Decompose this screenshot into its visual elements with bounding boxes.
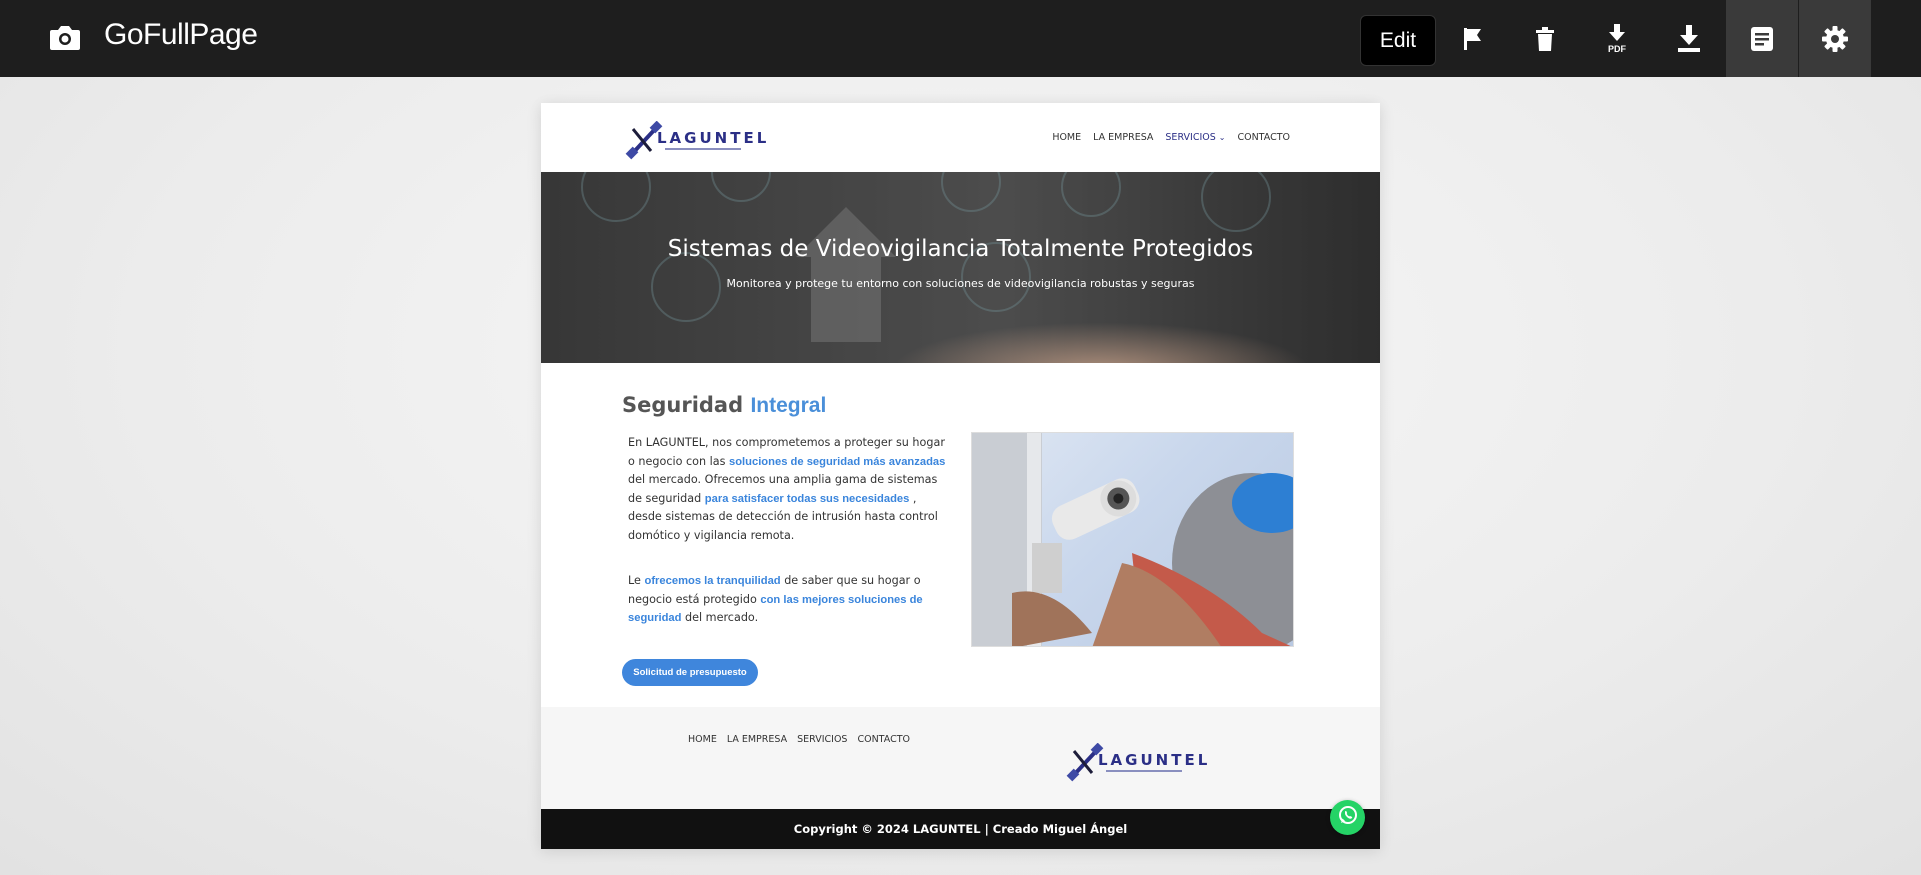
footer-laguntel-logo[interactable]: LAGUNTEL bbox=[1066, 743, 1207, 782]
copyright-bar: Copyright © 2024 LAGUNTEL | Creado Migue… bbox=[541, 809, 1380, 849]
gear-icon bbox=[1821, 25, 1849, 53]
nav-servicios-label: SERVICIOS bbox=[1165, 132, 1216, 143]
laguntel-logo[interactable]: LAGUNTEL bbox=[625, 121, 766, 160]
logo-tagline-line bbox=[665, 148, 741, 150]
download-image-button[interactable] bbox=[1653, 0, 1725, 77]
secondary-paragraph: Le ofrecemos la tranquilidad de saber qu… bbox=[628, 572, 953, 628]
hero-hand-image bbox=[891, 322, 1311, 363]
footer-nav-contacto[interactable]: CONTACTO bbox=[857, 734, 910, 745]
p2-text-a: Le bbox=[628, 574, 645, 587]
p2-highlight-a: ofrecemos la tranquilidad bbox=[644, 575, 781, 587]
footer-nav-la-empresa[interactable]: LA EMPRESA bbox=[727, 734, 787, 745]
p1-highlight-a: soluciones de seguridad más avanzadas bbox=[728, 455, 946, 468]
open-files-button[interactable] bbox=[1726, 0, 1798, 77]
copyright-text: Copyright © 2024 LAGUNTEL | Creado Migue… bbox=[793, 822, 1128, 836]
pdf-download-icon: PDF bbox=[1606, 23, 1628, 54]
site-header: LAGUNTEL HOME LA EMPRESA SERVICIOS ⌄ CONT… bbox=[541, 103, 1380, 172]
main-nav: HOME LA EMPRESA SERVICIOS ⌄ CONTACTO bbox=[1052, 132, 1290, 143]
extension-toolbar: GoFullPage Edit PDF bbox=[0, 0, 1921, 77]
nav-servicios[interactable]: SERVICIOS ⌄ bbox=[1165, 132, 1225, 143]
camera-icon bbox=[48, 22, 80, 52]
whatsapp-button[interactable] bbox=[1330, 800, 1365, 835]
footer-nav: HOME LA EMPRESA SERVICIOS CONTACTO bbox=[688, 734, 910, 745]
nav-contacto[interactable]: CONTACTO bbox=[1237, 132, 1290, 143]
hero-banner: Sistemas de Videovigilancia Totalmente P… bbox=[541, 172, 1380, 363]
pdf-label: PDF bbox=[1608, 43, 1626, 54]
edit-button[interactable]: Edit bbox=[1360, 15, 1436, 66]
section-title-accent: Integral bbox=[750, 394, 827, 417]
section-title: Seguridad Integral bbox=[622, 393, 826, 418]
trash-icon bbox=[1535, 26, 1555, 52]
security-camera-photo bbox=[971, 432, 1294, 647]
download-icon bbox=[1676, 24, 1702, 53]
nav-la-empresa[interactable]: LA EMPRESA bbox=[1093, 132, 1153, 143]
whatsapp-icon bbox=[1338, 805, 1358, 830]
intro-paragraph: En LAGUNTEL, nos comprometemos a protege… bbox=[628, 434, 953, 545]
footer-nav-home[interactable]: HOME bbox=[688, 734, 717, 745]
app-title: GoFullPage bbox=[104, 18, 258, 51]
footer-logo-tagline-line bbox=[1106, 770, 1182, 772]
flag-icon bbox=[1462, 26, 1484, 52]
nav-home[interactable]: HOME bbox=[1052, 132, 1081, 143]
document-icon bbox=[1750, 26, 1774, 52]
flag-button[interactable] bbox=[1437, 0, 1509, 77]
footer-nav-servicios[interactable]: SERVICIOS bbox=[797, 734, 847, 745]
chevron-down-icon: ⌄ bbox=[1218, 133, 1226, 142]
camera-installation-image bbox=[972, 433, 1293, 646]
section-title-plain: Seguridad bbox=[622, 393, 751, 417]
delete-button[interactable] bbox=[1509, 0, 1581, 77]
p2-text-c: del mercado. bbox=[681, 611, 759, 624]
settings-button[interactable] bbox=[1799, 0, 1871, 77]
download-pdf-button[interactable]: PDF bbox=[1581, 0, 1653, 77]
p1-highlight-b: para satisfacer todas sus necesidades bbox=[704, 492, 910, 505]
hero-title: Sistemas de Videovigilancia Totalmente P… bbox=[667, 236, 1254, 262]
logo-text: LAGUNTEL bbox=[657, 129, 770, 147]
hero-subtitle: Monitorea y protege tu entorno con soluc… bbox=[726, 277, 1195, 290]
request-quote-button[interactable]: Solicitud de presupuesto bbox=[622, 659, 758, 686]
captured-page: LAGUNTEL HOME LA EMPRESA SERVICIOS ⌄ CONT… bbox=[541, 103, 1380, 849]
site-footer: HOME LA EMPRESA SERVICIOS CONTACTO LAGUN… bbox=[541, 707, 1380, 812]
footer-logo-text: LAGUNTEL bbox=[1098, 751, 1211, 769]
